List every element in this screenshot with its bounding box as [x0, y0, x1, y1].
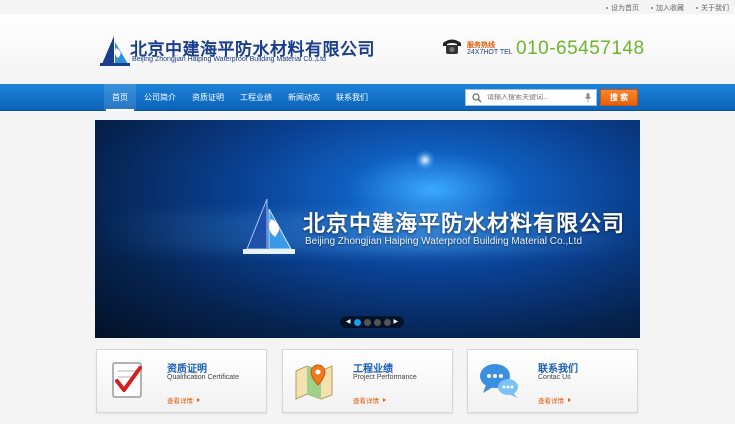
feature-subtitle: Qualification Certificate [167, 374, 239, 381]
slider-dot[interactable] [353, 318, 361, 326]
company-name-en: Beijing Zhongjian Haiping Waterproof Bui… [132, 56, 326, 63]
search-button[interactable]: 搜 索 [600, 89, 638, 106]
nav-item-company-profile[interactable]: 公司简介 [136, 84, 184, 111]
search-input[interactable] [487, 94, 583, 101]
top-links: 设为首页 加入收藏 关于我们 [600, 2, 735, 14]
slider-prev-arrow-icon[interactable]: ◀ [346, 319, 351, 325]
banner-light-flare [415, 150, 435, 170]
search-box [465, 89, 597, 106]
main-nav: 首页 公司简介 资质证明 工程业绩 新闻动态 联系我们 搜 索 [0, 84, 735, 111]
hotline-number: 010-65457148 [516, 38, 645, 59]
telephone-icon [443, 39, 461, 54]
feature-box-qualifications[interactable]: 资质证明 Qualification Certificate 查看详情 [96, 349, 267, 413]
view-details-link[interactable]: 查看详情 [167, 395, 200, 405]
company-logo-icon[interactable] [100, 34, 130, 66]
slider-dot[interactable] [383, 318, 391, 326]
feature-box-contact[interactable]: 联系我们 Contac Us 查看详情 [467, 349, 638, 413]
feature-title: 资质证明 [167, 364, 207, 375]
hero-banner: 北京中建海平防水材料有限公司 Beijing Zhongjian Haiping… [95, 120, 640, 338]
about-us-link[interactable]: 关于我们 [696, 3, 729, 13]
view-details-link[interactable]: 查看详情 [538, 395, 571, 405]
feature-box-projects[interactable]: 工程业绩 Project Performance 查看详情 [282, 349, 453, 413]
nav-item-home[interactable]: 首页 [104, 84, 136, 111]
slider-next-arrow-icon[interactable]: ▶ [394, 319, 399, 325]
certificate-icon [112, 362, 142, 398]
slider-controls: ◀ ▶ [340, 316, 404, 328]
hotline-label-en: 24X7HOT TEL [467, 49, 513, 56]
nav-item-qualifications[interactable]: 资质证明 [184, 84, 232, 111]
nav-item-projects[interactable]: 工程业绩 [232, 84, 280, 111]
search-icon [472, 92, 482, 102]
chat-bubbles-icon [480, 364, 518, 398]
view-details-link[interactable]: 查看详情 [353, 395, 386, 405]
microphone-icon[interactable] [585, 93, 591, 102]
feature-title: 联系我们 [538, 364, 578, 375]
slider-dot[interactable] [373, 318, 381, 326]
banner-title-en: Beijing Zhongjian Haiping Waterproof Bui… [305, 236, 583, 247]
banner-title-cn: 北京中建海平防水材料有限公司 [303, 211, 626, 236]
nav-item-news[interactable]: 新闻动态 [280, 84, 328, 111]
feature-title: 工程业绩 [353, 364, 393, 375]
add-favorite-link[interactable]: 加入收藏 [651, 3, 684, 13]
site-header: 北京中建海平防水材料有限公司 Beijing Zhongjian Haiping… [0, 14, 735, 84]
feature-subtitle: Contac Us [538, 374, 571, 381]
banner-logo-icon [243, 198, 295, 254]
map-pin-icon [295, 364, 333, 400]
nav-item-contact[interactable]: 联系我们 [328, 84, 376, 111]
set-homepage-link[interactable]: 设为首页 [606, 3, 639, 13]
feature-subtitle: Project Performance [353, 374, 417, 381]
slider-dot[interactable] [363, 318, 371, 326]
